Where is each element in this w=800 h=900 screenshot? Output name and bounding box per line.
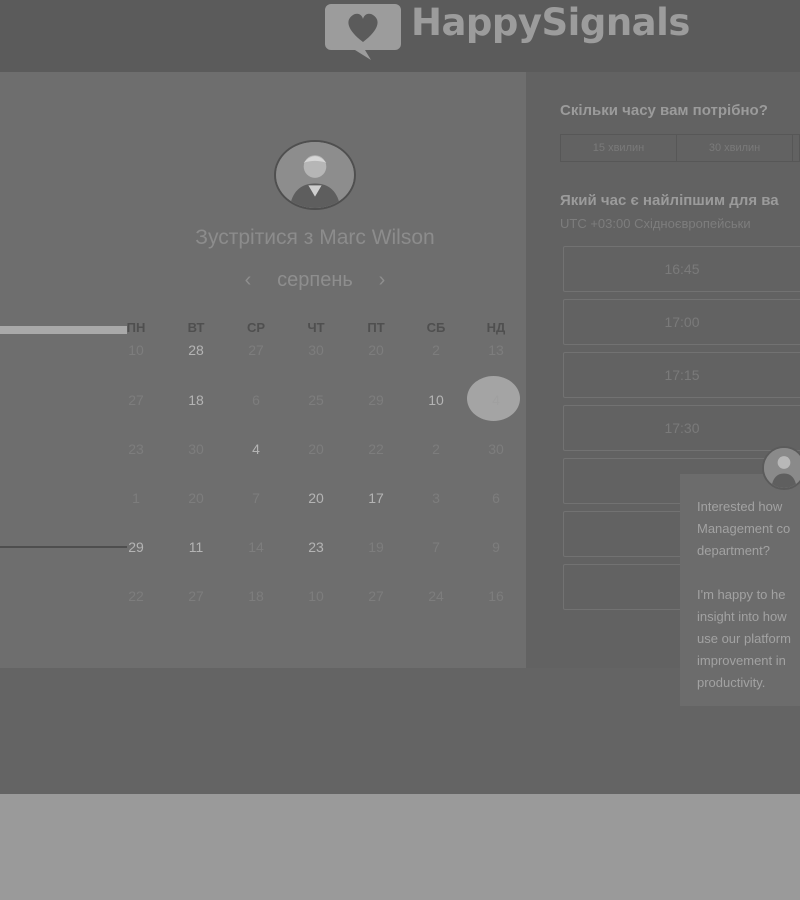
happysignals-logo[interactable]: HappySignals <box>323 0 690 60</box>
calendar-day: 3 <box>432 490 440 506</box>
chat-text: department? <box>697 543 770 558</box>
calendar-day: 25 <box>308 392 324 408</box>
weekday-label: ЧТ <box>307 320 325 335</box>
calendar-day: 9 <box>492 539 500 555</box>
chat-avatar[interactable] <box>762 446 800 490</box>
chat-text: insight into how <box>697 609 787 624</box>
calendar-day: 2 <box>432 441 440 457</box>
calendar-day[interactable]: 17 <box>346 486 406 510</box>
calendar-day[interactable]: 29 <box>106 535 166 559</box>
calendar-day: 18 <box>248 588 264 604</box>
time-slot[interactable]: 17:00 <box>563 299 800 345</box>
chat-spacer <box>697 562 800 584</box>
weekday-label: ВТ <box>187 320 205 335</box>
duration-option-30[interactable]: 30 хвилин <box>677 135 794 161</box>
calendar-day: 10 <box>308 588 324 604</box>
duration-question: Скільки часу вам потрібно? <box>560 102 768 119</box>
calendar-day: 20 <box>368 342 384 358</box>
calendar-day: 22 <box>368 441 384 457</box>
weekday-label: ПН <box>126 320 146 335</box>
weekday-header: ПН ВТ СР ЧТ ПТ СБ НД <box>106 320 526 340</box>
calendar-day: 20 <box>188 490 204 506</box>
chat-text: productivity. <box>697 675 766 690</box>
calendar-day: 10 <box>128 342 144 358</box>
calendar-day[interactable]: 10 <box>406 388 466 412</box>
calendar-day: 2 <box>432 342 440 358</box>
calendar-day: 30 <box>308 342 324 358</box>
month-navigation: ‹ серпень › <box>240 266 390 294</box>
time-slot-label: 16:45 <box>664 261 700 277</box>
calendar-day: 6 <box>252 392 260 408</box>
calendar-day: 27 <box>368 588 384 604</box>
time-question: Який час є найліпшим для ва <box>560 192 779 209</box>
chat-text: Interested how <box>697 499 783 514</box>
duration-option-more[interactable] <box>793 135 799 161</box>
calendar-day[interactable]: 4 <box>226 437 286 461</box>
calendar-day[interactable]: 28 <box>166 338 226 362</box>
calendar-day: 7 <box>432 539 440 555</box>
calendar-day: 19 <box>368 539 384 555</box>
weekday-label: СБ <box>426 320 446 335</box>
meeting-title: Зустрітися з Marc Wilson <box>195 226 435 249</box>
calendar-day: 1 <box>132 490 140 506</box>
calendar-day: 7 <box>252 490 260 506</box>
time-slot-label: 17:30 <box>664 420 700 436</box>
heart-chat-icon <box>325 4 401 60</box>
calendar-grid: 10 28 27 30 20 2 13 27 18 6 25 29 10 4 23 30 4 20 22 2 30 1 20… <box>106 338 526 618</box>
time-slot-label: 17:00 <box>664 314 700 330</box>
duration-selector: 15 хвилин 30 хвилин <box>560 134 800 162</box>
weekday-label: ПТ <box>367 320 385 335</box>
calendar-day: 6 <box>492 490 500 506</box>
calendar-day[interactable]: 11 <box>166 535 226 559</box>
calendar-day: 22 <box>128 588 144 604</box>
host-avatar <box>274 140 356 210</box>
brand-name: HappySignals <box>411 0 690 44</box>
calendar-day[interactable]: 20 <box>286 486 346 510</box>
calendar-day: 30 <box>188 441 204 457</box>
chevron-left-icon[interactable]: ‹ <box>240 269 256 292</box>
calendar-day: 27 <box>128 392 144 408</box>
weekday-label: НД <box>486 320 506 335</box>
chat-text: improvement in <box>697 653 786 668</box>
calendar-day[interactable]: 23 <box>286 535 346 559</box>
calendar-day: 14 <box>248 539 264 555</box>
calendar-day: 20 <box>308 441 324 457</box>
time-slot[interactable]: 17:30 <box>563 405 800 451</box>
calendar-day: 24 <box>428 588 444 604</box>
calendar-day[interactable]: 18 <box>166 388 226 412</box>
calendar-day: 27 <box>248 342 264 358</box>
duration-option-15[interactable]: 15 хвилин <box>561 135 678 161</box>
timezone-label[interactable]: UTC +03:00 Східноєвропейськи <box>560 216 751 231</box>
time-slot[interactable]: 17:15 <box>563 352 800 398</box>
calendar-day: 23 <box>128 441 144 457</box>
time-slot-label: 17:15 <box>664 367 700 383</box>
chat-popup[interactable]: Interested how Management co department?… <box>680 474 800 706</box>
chat-text: I'm happy to he <box>697 587 786 602</box>
calendar-day: 30 <box>488 441 504 457</box>
calendar-day: 13 <box>488 342 504 358</box>
time-slot[interactable]: 16:45 <box>563 246 800 292</box>
calendar-day: 29 <box>368 392 384 408</box>
chat-text: use our platform <box>697 631 791 646</box>
current-month: серпень <box>277 268 353 291</box>
selected-day[interactable]: 4 <box>466 388 526 412</box>
weekday-label: СР <box>246 320 266 335</box>
chat-text: Management co <box>697 521 791 536</box>
calendar-day: 27 <box>188 588 204 604</box>
calendar-day: 16 <box>488 588 504 604</box>
chevron-right-icon[interactable]: › <box>374 269 390 292</box>
